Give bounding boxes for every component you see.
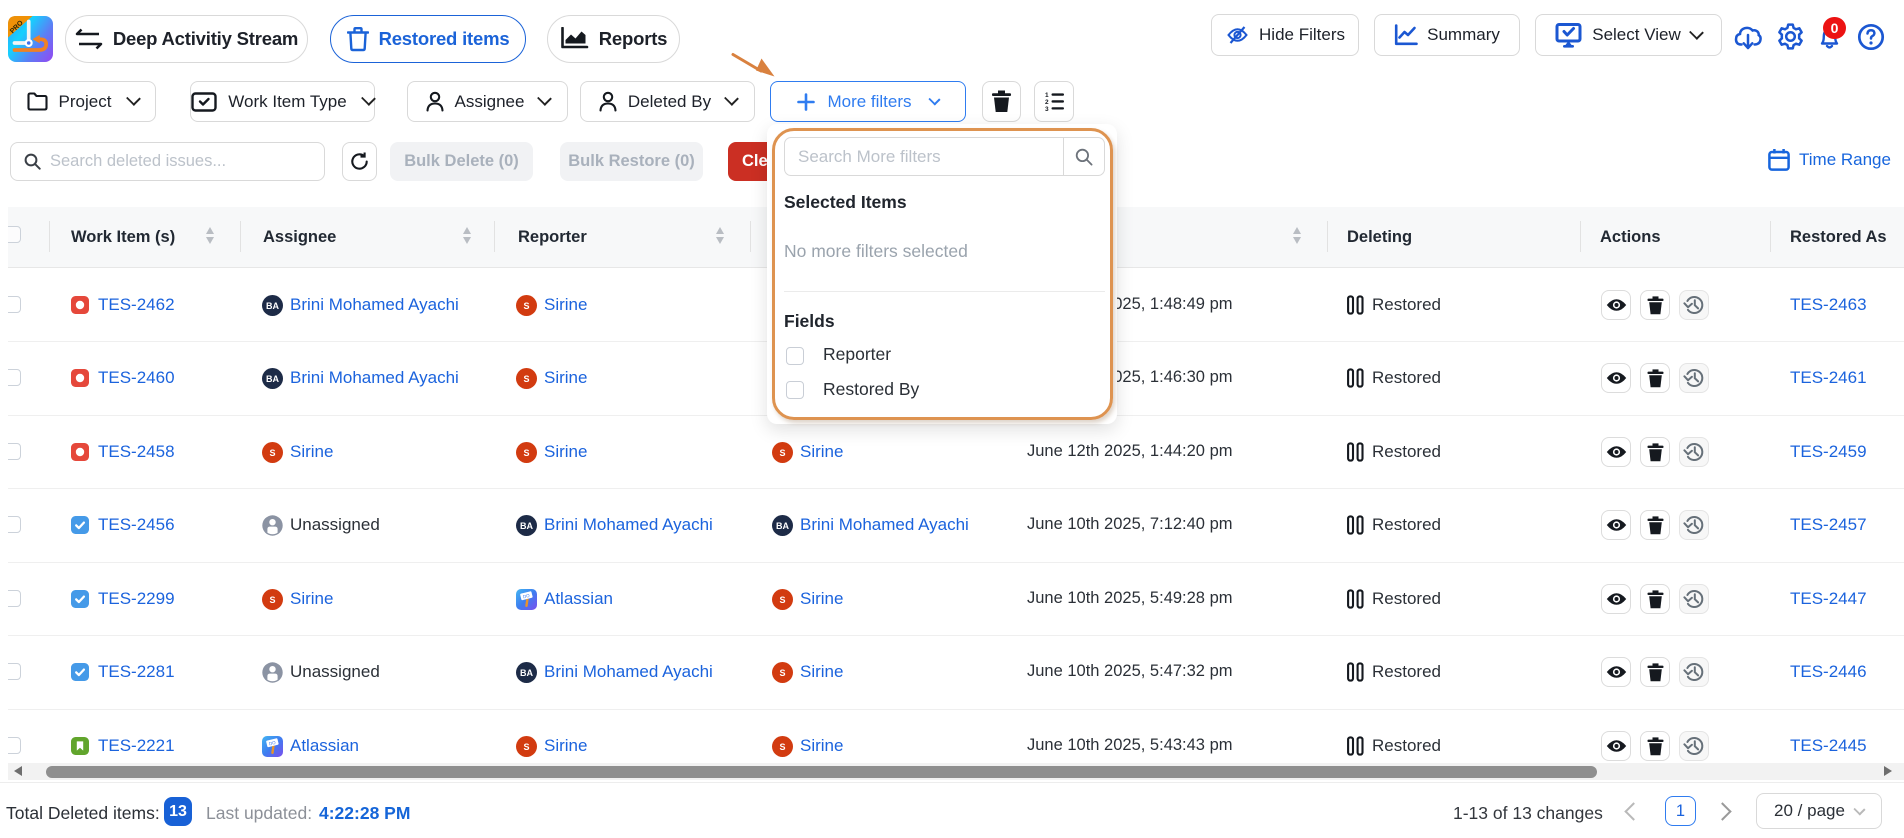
svg-text:2: 2	[1045, 99, 1049, 106]
svg-text:3: 3	[1045, 106, 1049, 111]
svg-text:1: 1	[1045, 92, 1049, 99]
